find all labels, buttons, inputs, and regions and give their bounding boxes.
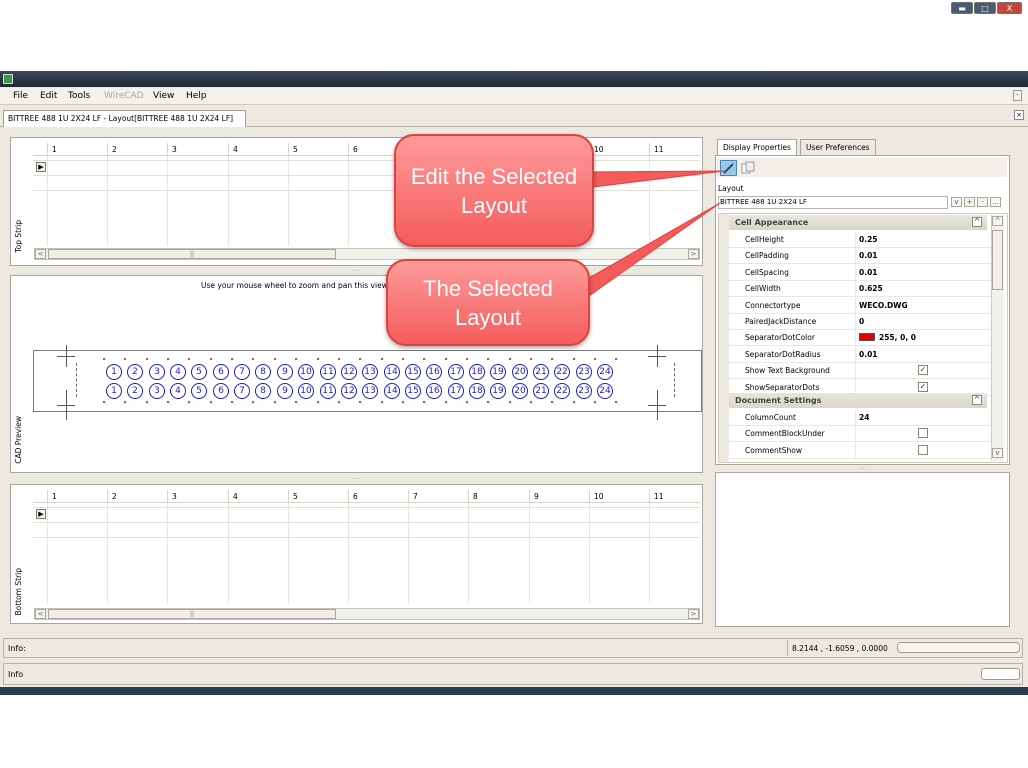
- callout-edit-layout: Edit the Selected Layout: [394, 134, 594, 247]
- callout-selected-layout: The Selected Layout: [386, 259, 590, 346]
- callout-pointer-edit: [584, 170, 725, 189]
- callout-pointers: [581, 170, 725, 299]
- callout-pointer-layout: [581, 202, 721, 299]
